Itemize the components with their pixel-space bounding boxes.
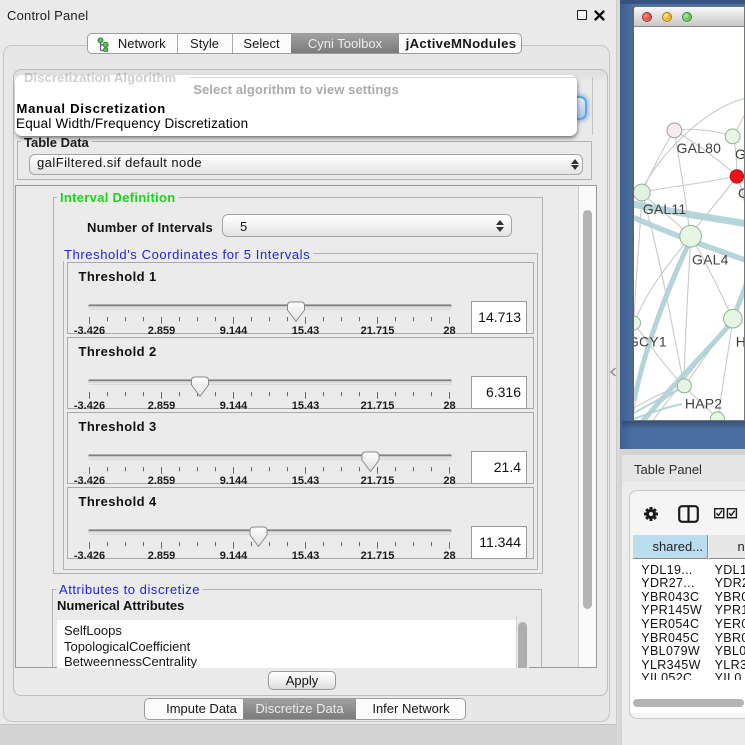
svg-text:15.43: 15.43 <box>292 475 320 486</box>
svg-text:-3.426: -3.426 <box>74 400 105 411</box>
svg-text:9.144: 9.144 <box>220 325 248 336</box>
svg-text:15.43: 15.43 <box>292 550 320 561</box>
svg-text:28: 28 <box>443 550 455 561</box>
svg-text:GA: GA <box>735 146 745 162</box>
svg-text:GCY1: GCY1 <box>634 334 667 350</box>
svg-text:28: 28 <box>443 475 455 486</box>
svg-text:-3.426: -3.426 <box>74 475 105 486</box>
svg-text:15.43: 15.43 <box>292 325 320 336</box>
svg-text:GAL80: GAL80 <box>677 140 722 156</box>
svg-text:28: 28 <box>443 400 455 411</box>
svg-text:C: C <box>738 185 745 201</box>
svg-text:21.715: 21.715 <box>361 475 395 486</box>
svg-text:21.715: 21.715 <box>361 400 395 411</box>
svg-text:-3.426: -3.426 <box>74 325 105 336</box>
svg-text:9.144: 9.144 <box>220 475 248 486</box>
svg-text:GAL4: GAL4 <box>692 252 729 268</box>
svg-text:21.715: 21.715 <box>361 550 395 561</box>
svg-text:15.43: 15.43 <box>292 400 320 411</box>
svg-text:GAL11: GAL11 <box>643 201 687 217</box>
svg-text:HAP2: HAP2 <box>685 396 722 412</box>
svg-text:28: 28 <box>443 325 455 336</box>
svg-text:H: H <box>736 334 745 350</box>
svg-text:9.144: 9.144 <box>220 400 248 411</box>
svg-text:2.859: 2.859 <box>148 475 176 486</box>
svg-text:2.859: 2.859 <box>148 325 176 336</box>
svg-text:-3.426: -3.426 <box>74 550 105 561</box>
svg-text:9.144: 9.144 <box>220 550 248 561</box>
svg-text:2.859: 2.859 <box>148 400 176 411</box>
svg-text:21.715: 21.715 <box>361 325 395 336</box>
svg-text:2.859: 2.859 <box>148 550 176 561</box>
